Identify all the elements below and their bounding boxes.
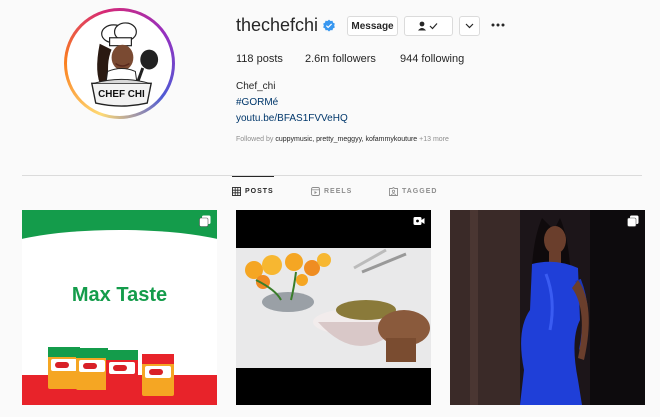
tagged-icon [389,186,398,196]
suggested-dropdown-button[interactable] [459,16,480,36]
posts-count: 118 [236,53,254,65]
cooking-video-image [236,210,431,405]
product-box [142,354,174,396]
followed-by-more: +13 more [419,136,449,143]
person-check-icon [417,21,437,31]
tab-posts-label: POSTS [245,188,274,195]
video-icon [413,217,425,225]
post-thumbnail[interactable]: Max Taste [22,210,217,405]
more-options-icon[interactable] [490,18,506,32]
profile-full-name: Chef_chi [236,81,276,92]
tab-reels-label: REELS [324,187,353,195]
grid-icon [232,187,241,196]
message-button[interactable]: Message [347,16,398,36]
reels-icon [311,186,320,196]
followed-by-names: cuppymusic, pretty_meggyy, kofammykoutur… [275,136,418,143]
bio-external-link[interactable]: youtu.be/BFAS1FVVeHQ [236,113,348,124]
avatar-frame: CHEF CHI [67,11,172,116]
portrait-photo-image [450,210,645,405]
following-button[interactable] [404,16,453,36]
ad-white-curve [22,230,217,280]
followed-by-prefix: Followed by [236,136,274,143]
ad-headline: Max Taste [71,284,168,306]
post-thumbnail[interactable] [450,210,645,405]
profile-username: thechefchi [236,15,319,35]
following-label: following [421,53,465,65]
product-box [76,348,108,390]
posts-stat: 118 posts [236,53,283,65]
avatar-logo-text: CHEF CHI [98,89,145,100]
verified-badge-icon [323,19,335,32]
followers-count: 2.6m [305,53,330,65]
tab-reels[interactable]: REELS [311,176,352,206]
profile-avatar[interactable]: CHEF CHI [64,8,175,119]
tab-tagged-label: TAGGED [402,187,438,195]
followers-label: followers [332,53,376,65]
tab-posts[interactable]: POSTS [232,176,274,206]
followed-by-text[interactable]: Followed by cuppymusic, pretty_meggyy, k… [236,136,449,143]
following-stat[interactable]: 944 following [400,53,464,65]
following-count: 944 [400,53,419,65]
carousel-icon [199,215,211,227]
product-box [106,350,138,392]
post-thumbnail[interactable] [236,210,431,405]
chevron-down-icon [465,23,474,29]
posts-label: posts [256,53,283,65]
chef-logo-image: CHEF CHI [70,14,169,113]
bio-hashtag-link[interactable]: #GORMé [236,97,278,108]
tab-tagged[interactable]: TAGGED [389,176,437,206]
followers-stat[interactable]: 2.6m followers [305,53,376,65]
carousel-icon [627,215,639,227]
